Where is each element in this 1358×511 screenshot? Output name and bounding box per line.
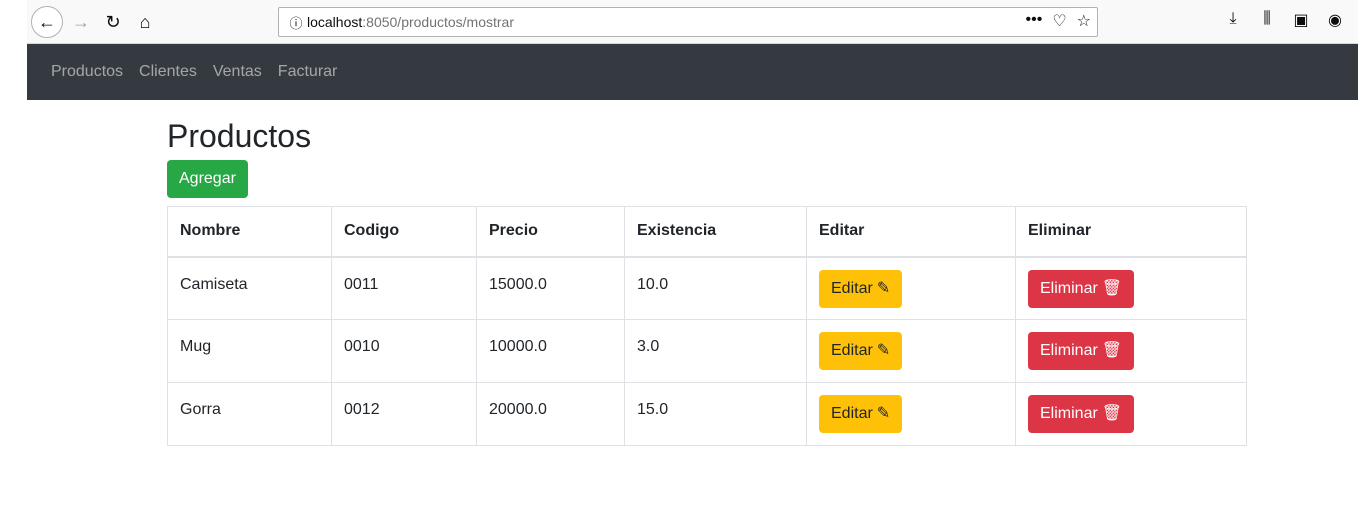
cell-eliminar: Eliminar 🗑 bbox=[1015, 256, 1247, 320]
trash-icon: 🗑 bbox=[1101, 405, 1123, 422]
download-icon[interactable]: ⤓ bbox=[1224, 10, 1242, 30]
column-header-precio: Precio bbox=[476, 206, 625, 258]
info-icon[interactable]: ⓘ bbox=[285, 13, 307, 32]
cell-codigo: 0012 bbox=[331, 382, 477, 446]
delete-button[interactable]: Eliminar 🗑 bbox=[1028, 395, 1135, 433]
delete-button[interactable]: Eliminar 🗑 bbox=[1028, 269, 1135, 308]
more-icon[interactable]: ••• bbox=[1026, 11, 1043, 31]
url-host: localhost bbox=[307, 14, 363, 30]
cell-existencia: 10.0 bbox=[624, 256, 807, 320]
edit-icon: ✎ bbox=[876, 279, 891, 297]
nav-item-ventas[interactable]: Ventas bbox=[213, 63, 262, 81]
url-bar[interactable]: ⓘ localhost:8050/productos/mostrar ••• ♡… bbox=[278, 7, 1098, 37]
column-header-codigo: Codigo bbox=[331, 206, 477, 258]
table-row: Camiseta 0011 15000.0 10.0 Editar ✎ Elimi… bbox=[167, 256, 1247, 320]
cell-editar: Editar ✎ bbox=[806, 319, 1016, 383]
cell-nombre: Camiseta bbox=[167, 256, 332, 320]
page-title: Productos bbox=[167, 118, 312, 154]
main-content: Productos Agregar Nombre Codigo Precio E… bbox=[167, 114, 1247, 446]
edit-button-label: Editar bbox=[831, 405, 873, 422]
cell-eliminar: Eliminar 🗑 bbox=[1015, 382, 1247, 446]
delete-button-label: Eliminar bbox=[1040, 342, 1098, 359]
cell-codigo: 0011 bbox=[331, 256, 477, 320]
url-path: :8050/productos/mostrar bbox=[362, 14, 515, 30]
home-icon[interactable]: ⌂ bbox=[131, 8, 159, 36]
browser-toolbar: ← → ↻ ⌂ ⓘ localhost:8050/productos/mostr… bbox=[27, 0, 1358, 44]
cell-nombre: Mug bbox=[167, 319, 332, 383]
trash-icon: 🗑 bbox=[1101, 279, 1123, 297]
cell-precio: 10000.0 bbox=[476, 319, 625, 383]
table-row: Gorra 0012 20000.0 15.0 Editar ✎ Eliminar… bbox=[167, 382, 1247, 446]
cell-nombre: Gorra bbox=[167, 382, 332, 446]
main-navbar: Productos Clientes Ventas Facturar bbox=[27, 44, 1358, 100]
edit-icon: ✎ bbox=[876, 405, 891, 422]
reload-icon[interactable]: ↻ bbox=[99, 8, 127, 36]
edit-button-label: Editar bbox=[831, 342, 873, 359]
nav-item-clientes[interactable]: Clientes bbox=[139, 63, 197, 81]
delete-button-label: Eliminar bbox=[1040, 279, 1098, 297]
add-product-button[interactable]: Agregar bbox=[167, 160, 248, 198]
cell-existencia: 15.0 bbox=[624, 382, 807, 446]
nav-item-facturar[interactable]: Facturar bbox=[278, 63, 338, 81]
cell-codigo: 0010 bbox=[331, 319, 477, 383]
cell-eliminar: Eliminar 🗑 bbox=[1015, 319, 1247, 383]
pocket-icon[interactable]: ♡ bbox=[1052, 11, 1066, 31]
column-header-nombre: Nombre bbox=[167, 206, 332, 258]
column-header-editar: Editar bbox=[806, 206, 1016, 258]
edit-button[interactable]: Editar ✎ bbox=[819, 332, 903, 370]
trash-icon: 🗑 bbox=[1101, 342, 1123, 359]
edit-button-label: Editar bbox=[831, 279, 873, 297]
delete-button-label: Eliminar bbox=[1040, 405, 1098, 422]
cell-editar: Editar ✎ bbox=[806, 382, 1016, 446]
library-icon[interactable]: ⫼ bbox=[1258, 10, 1276, 30]
cell-precio: 20000.0 bbox=[476, 382, 625, 446]
cell-editar: Editar ✎ bbox=[806, 256, 1016, 320]
table-header-row: Nombre Codigo Precio Existencia Editar E… bbox=[167, 206, 1247, 258]
account-icon[interactable]: ◉ bbox=[1326, 10, 1344, 30]
back-icon[interactable]: ← bbox=[31, 6, 63, 38]
products-table: Nombre Codigo Precio Existencia Editar E… bbox=[167, 206, 1247, 446]
cell-existencia: 3.0 bbox=[624, 319, 807, 383]
edit-icon: ✎ bbox=[876, 342, 891, 359]
star-icon[interactable]: ☆ bbox=[1077, 11, 1091, 31]
forward-icon[interactable]: → bbox=[67, 8, 95, 36]
edit-button[interactable]: Editar ✎ bbox=[819, 269, 903, 308]
nav-item-productos[interactable]: Productos bbox=[51, 63, 123, 81]
sidebar-icon[interactable]: ▣ bbox=[1292, 10, 1310, 30]
column-header-eliminar: Eliminar bbox=[1015, 206, 1247, 258]
column-header-existencia: Existencia bbox=[624, 206, 807, 258]
edit-button[interactable]: Editar ✎ bbox=[819, 395, 903, 433]
delete-button[interactable]: Eliminar 🗑 bbox=[1028, 332, 1135, 370]
table-row: Mug 0010 10000.0 3.0 Editar ✎ Eliminar 🗑 bbox=[167, 319, 1247, 383]
cell-precio: 15000.0 bbox=[476, 256, 625, 320]
